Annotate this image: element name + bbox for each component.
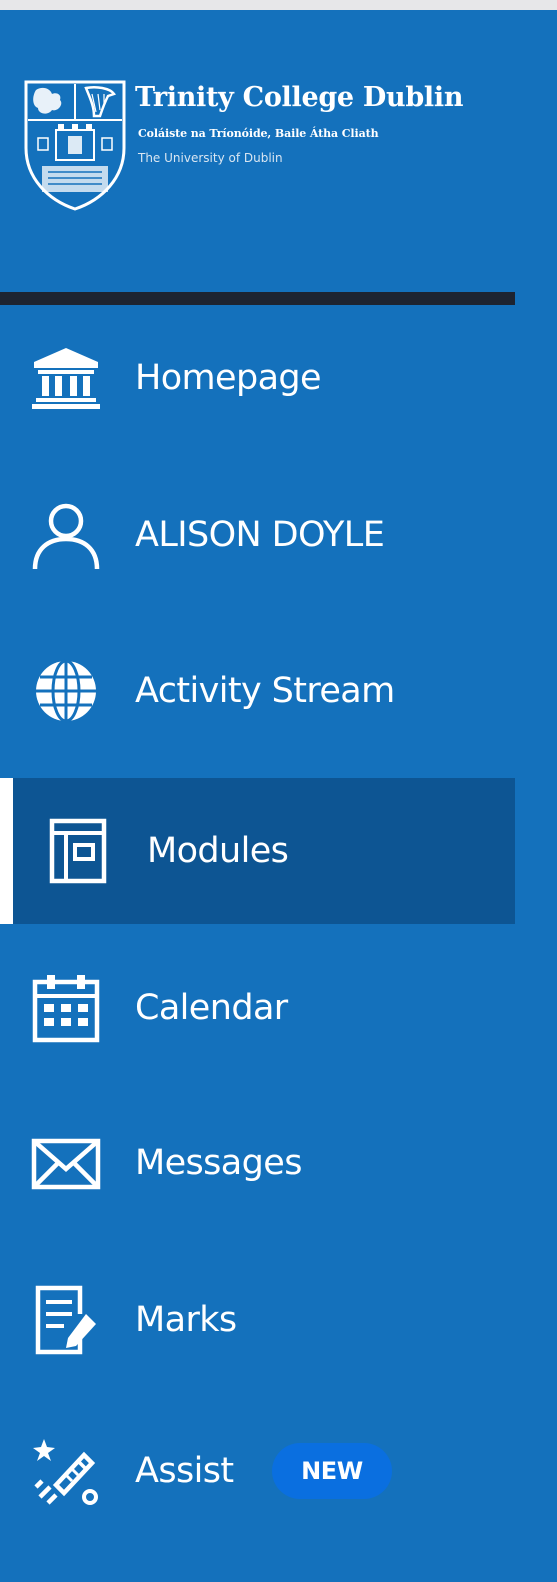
user-icon: [30, 499, 102, 571]
nav-item-profile[interactable]: ALISON DOYLE: [0, 462, 515, 608]
new-badge: NEW: [272, 1443, 392, 1499]
nav-menu: Homepage ALISON DOYLE Activity Stream Mo…: [0, 10, 557, 1582]
calendar-icon: [30, 972, 102, 1044]
nav-item-label: Marks: [135, 1300, 237, 1340]
institution-icon: [30, 342, 102, 414]
nav-item-calendar[interactable]: Calendar: [0, 935, 515, 1081]
nav-item-label: Homepage: [135, 358, 322, 398]
nav-item-modules[interactable]: Modules: [0, 778, 515, 924]
active-indicator: [0, 778, 13, 924]
nav-item-label: Messages: [135, 1143, 302, 1183]
nav-item-marks[interactable]: Marks: [0, 1247, 515, 1393]
nav-item-activity-stream[interactable]: Activity Stream: [0, 618, 515, 764]
document-pencil-icon: [30, 1284, 102, 1356]
nav-item-label: Activity Stream: [135, 671, 395, 711]
globe-icon: [30, 655, 102, 727]
nav-item-messages[interactable]: Messages: [0, 1090, 515, 1236]
magic-wand-icon: [30, 1435, 102, 1507]
nav-item-label: Calendar: [135, 988, 288, 1028]
nav-item-assist[interactable]: Assist NEW: [0, 1398, 515, 1544]
side-navigation: Trinity College Dublin Coláiste na Tríon…: [0, 10, 557, 1582]
nav-item-homepage[interactable]: Homepage: [0, 305, 515, 451]
nav-item-label: Modules: [147, 831, 289, 871]
module-book-icon: [42, 815, 114, 887]
envelope-icon: [30, 1127, 102, 1199]
nav-item-label: ALISON DOYLE: [135, 515, 385, 555]
nav-item-label: Assist: [135, 1451, 234, 1491]
